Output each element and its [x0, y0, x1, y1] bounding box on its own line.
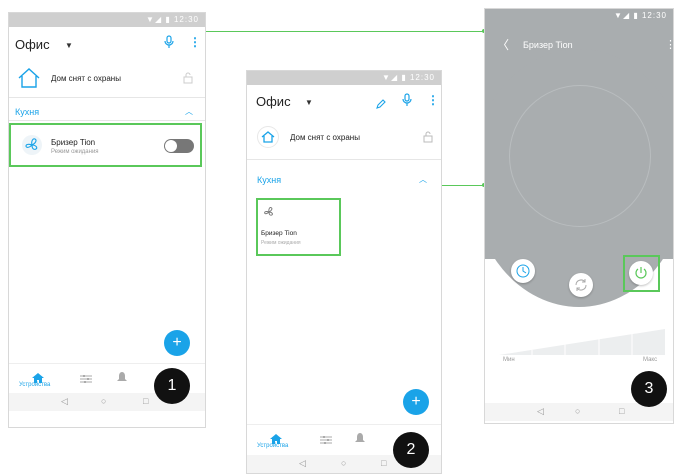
highlight-frame-1 [9, 123, 202, 167]
status-bar: ▼◢ ▮ 12:30 [485, 9, 673, 23]
status-bar: ▼◢ ▮ 12:30 [9, 13, 205, 27]
status-bar: ▼◢ ▮ 12:30 [247, 71, 441, 85]
nav-back-icon[interactable]: ◁ [61, 396, 68, 407]
sliders-icon[interactable] [80, 371, 92, 389]
highlight-frame-2 [256, 198, 341, 256]
screen-3-breezer: ▼◢ ▮ 12:30 〈 Бризер Tion ⋮ Мин Макс ◁ ○ … [484, 8, 674, 424]
add-device-button[interactable]: + [164, 330, 190, 356]
divider [247, 159, 441, 160]
mic-icon[interactable] [402, 93, 412, 112]
fan-speed-slider[interactable] [499, 327, 665, 362]
bell-icon[interactable] [117, 370, 127, 388]
device-title: Бризер Tion [523, 40, 573, 50]
nav-home-icon[interactable]: ○ [575, 406, 580, 416]
home-icon [257, 126, 279, 153]
status-icons: ▼◢ ▮ 12:30 [146, 15, 199, 24]
nav-recents-icon[interactable]: □ [381, 458, 386, 468]
recirculation-icon[interactable] [569, 273, 593, 297]
nav-recents-icon[interactable]: □ [619, 406, 624, 416]
slider-min-label: Мин [503, 357, 515, 363]
overflow-menu-icon[interactable]: ⋮ [427, 93, 439, 107]
chevron-up-icon[interactable]: ︿ [185, 106, 193, 117]
overflow-menu-icon[interactable]: ⋮ [189, 35, 201, 49]
location-title[interactable]: Офис [256, 94, 291, 109]
nav-home-icon[interactable]: ○ [101, 396, 106, 406]
dial-ring [509, 85, 651, 227]
sliders-icon[interactable] [320, 432, 332, 450]
chevron-down-icon[interactable]: ▼ [65, 41, 73, 50]
divider [9, 120, 205, 121]
highlight-frame-3 [623, 255, 660, 292]
section-title: Кухня [257, 175, 282, 185]
pencil-icon[interactable] [376, 96, 386, 114]
section-title: Кухня [15, 107, 40, 117]
chevron-down-icon[interactable]: ▼ [305, 98, 313, 107]
location-title[interactable]: Офис [15, 37, 50, 52]
lock-icon[interactable] [423, 130, 433, 148]
bell-icon[interactable] [355, 431, 365, 449]
step-badge-1: 1 [154, 368, 190, 404]
nav-home-icon[interactable]: ○ [341, 458, 346, 468]
chevron-up-icon[interactable]: ︿ [419, 174, 427, 185]
connector-mid-line [440, 185, 484, 186]
step-badge-3: 3 [631, 371, 667, 407]
devices-tab-label[interactable]: Устройства [19, 382, 50, 388]
connector-top-line [188, 31, 484, 32]
nav-recents-icon[interactable]: □ [143, 396, 148, 406]
security-status-text[interactable]: Дом снят с охраны [51, 74, 121, 83]
devices-tab-label[interactable]: Устройства [257, 443, 288, 449]
home-icon [17, 67, 41, 94]
nav-back-icon[interactable]: ◁ [537, 406, 544, 417]
step-badge-2: 2 [393, 432, 429, 468]
status-icons: ▼◢ ▮ 12:30 [614, 11, 667, 20]
back-arrow-icon[interactable]: 〈 [497, 36, 509, 53]
add-device-button[interactable]: + [403, 389, 429, 415]
status-icons: ▼◢ ▮ 12:30 [382, 73, 435, 82]
slider-max-label: Макс [643, 357, 658, 363]
security-status-text[interactable]: Дом снят с охраны [290, 133, 360, 142]
mic-icon[interactable] [164, 35, 174, 52]
overflow-menu-icon[interactable]: ⋮ [665, 38, 673, 51]
lock-icon[interactable] [183, 71, 193, 89]
clock-icon[interactable] [511, 259, 535, 283]
divider [9, 97, 205, 98]
screen-1-home: ▼◢ ▮ 12:30 Офис ▼ ⋮ Дом снят с охраны Ку… [8, 12, 206, 428]
screen-2-home: ▼◢ ▮ 12:30 Офис ▼ ⋮ Дом снят с охраны Ку… [246, 70, 442, 474]
nav-back-icon[interactable]: ◁ [299, 458, 306, 469]
